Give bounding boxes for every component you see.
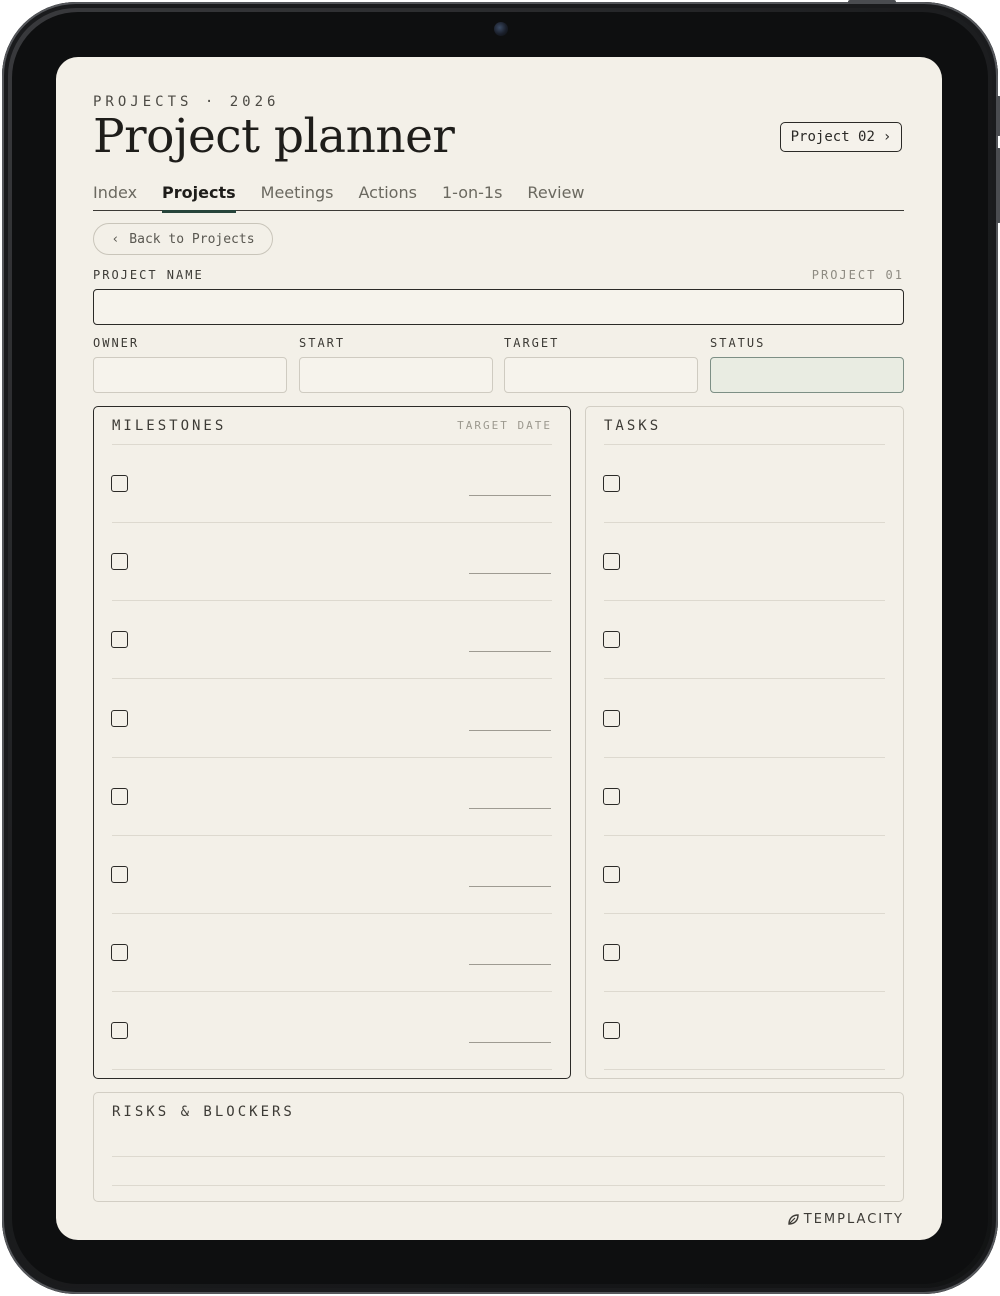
page-title: Project planner	[93, 109, 455, 164]
target-field[interactable]	[504, 357, 698, 393]
volume-up-button	[996, 96, 1000, 136]
row-divider	[604, 600, 885, 602]
checkbox[interactable]	[111, 787, 128, 805]
risks-title: RISKS & BLOCKERS	[112, 1104, 295, 1120]
tab-projects[interactable]: Projects	[162, 183, 236, 213]
milestones-title: MILESTONES	[112, 418, 227, 434]
row-divider	[604, 991, 885, 993]
target-date-field[interactable]	[469, 495, 551, 496]
target-date-field[interactable]	[469, 651, 551, 653]
tab-review[interactable]: Review	[527, 183, 584, 210]
section-tabs: Index Projects Meetings Actions 1-on-1s …	[93, 183, 904, 213]
target-date-field[interactable]	[469, 807, 551, 809]
checkbox[interactable]	[111, 1022, 128, 1040]
checkbox[interactable]	[111, 553, 128, 571]
checkbox[interactable]	[111, 944, 128, 962]
tab-index[interactable]: Index	[93, 183, 137, 210]
target-date-field[interactable]	[469, 573, 551, 575]
tab-one-on-ones[interactable]: 1-on-1s	[442, 183, 502, 210]
risks-rule	[112, 1185, 885, 1186]
risks-rule	[112, 1156, 885, 1157]
target-date-field[interactable]	[469, 729, 551, 731]
project-name-label: PROJECT NAME	[93, 268, 204, 282]
next-project-button[interactable]: Project 02 ›	[780, 122, 902, 152]
row-divider	[112, 991, 552, 993]
chevron-right-icon: ›	[882, 129, 892, 145]
next-project-label: Project 02	[790, 129, 875, 145]
brand-name: TEMPLACITY	[803, 1212, 904, 1227]
target-label: TARGET	[504, 336, 560, 350]
checkbox[interactable]	[111, 709, 128, 727]
checkbox[interactable]	[603, 709, 620, 727]
tab-actions[interactable]: Actions	[359, 183, 417, 210]
tasks-panel: TASKS	[585, 406, 904, 1079]
owner-label: OWNER	[93, 336, 140, 350]
row-divider	[112, 678, 552, 680]
checkbox[interactable]	[603, 553, 620, 571]
target-date-field[interactable]	[469, 1042, 551, 1044]
row-divider	[112, 522, 552, 523]
status-label: STATUS	[710, 336, 766, 350]
leaf-logo-icon	[788, 1214, 799, 1225]
row-divider	[112, 600, 552, 602]
target-date-header: TARGET DATE	[457, 419, 552, 432]
tasks-title: TASKS	[604, 418, 662, 434]
planner-screen: PROJECTS · 2026 Project planner Project …	[56, 57, 942, 1240]
row-divider	[604, 913, 885, 914]
row-divider	[604, 756, 885, 758]
front-camera-icon	[494, 22, 508, 36]
row-divider	[604, 678, 885, 680]
start-label: START	[299, 336, 346, 350]
panel-header-rule	[604, 444, 885, 445]
row-divider	[112, 834, 552, 836]
project-name-field[interactable]	[93, 289, 904, 325]
row-divider	[112, 1069, 552, 1071]
start-field[interactable]	[299, 357, 493, 393]
brand-mark: TEMPLACITY	[787, 1212, 904, 1227]
target-date-field[interactable]	[469, 964, 551, 966]
power-button	[848, 0, 896, 4]
volume-down-button	[996, 148, 1000, 223]
row-divider	[604, 522, 885, 523]
back-button-label: Back to Projects	[129, 231, 255, 247]
checkbox[interactable]	[111, 475, 128, 492]
milestones-panel: MILESTONES TARGET DATE	[93, 406, 571, 1079]
checkbox[interactable]	[603, 944, 620, 962]
status-field[interactable]	[710, 357, 904, 393]
checkbox[interactable]	[603, 631, 620, 649]
row-divider	[604, 834, 885, 836]
checkbox[interactable]	[111, 866, 128, 883]
project-number: PROJECT 01	[811, 268, 904, 282]
risks-panel: RISKS & BLOCKERS	[93, 1092, 904, 1202]
row-divider	[112, 756, 552, 758]
owner-field[interactable]	[93, 357, 287, 393]
checkbox[interactable]	[111, 631, 128, 649]
checkbox[interactable]	[603, 475, 620, 492]
back-to-projects-button[interactable]: ‹ Back to Projects	[93, 223, 273, 255]
checkbox[interactable]	[603, 787, 620, 805]
panel-header-rule	[112, 444, 552, 445]
checkbox[interactable]	[603, 866, 620, 883]
chevron-left-icon: ‹	[111, 231, 120, 247]
section-eyebrow: PROJECTS · 2026	[93, 94, 280, 110]
row-divider	[112, 913, 552, 914]
tab-meetings[interactable]: Meetings	[261, 183, 334, 210]
target-date-field[interactable]	[469, 886, 551, 887]
row-divider	[604, 1069, 885, 1071]
checkbox[interactable]	[603, 1022, 620, 1040]
